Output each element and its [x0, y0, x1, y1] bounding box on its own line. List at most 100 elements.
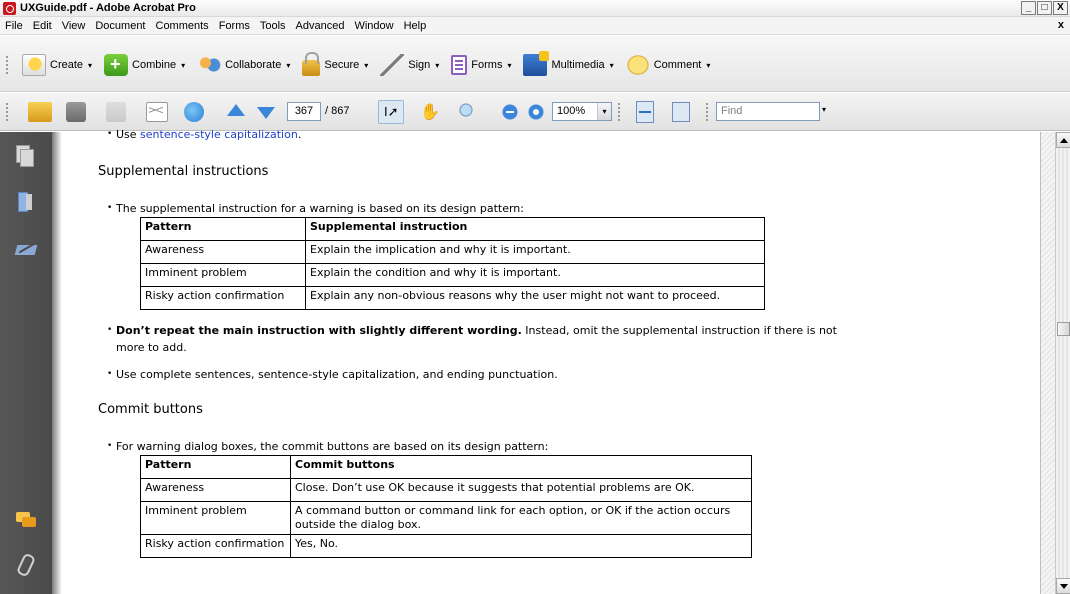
lock-icon: [302, 52, 321, 76]
fit-page-icon[interactable]: [672, 102, 690, 122]
pen-icon: [380, 54, 405, 76]
table-header-row: Pattern Commit buttons: [140, 455, 752, 479]
toolbar-grip[interactable]: [6, 56, 9, 74]
multimedia-icon: [523, 51, 550, 76]
bullet-bold-text: Don’t repeat the main instruction with s…: [116, 324, 522, 337]
chevron-down-icon: ▾: [181, 60, 186, 70]
toolbar-grip[interactable]: [6, 103, 9, 121]
print-icon[interactable]: [66, 102, 86, 122]
list-item: Use complete sentences, sentence-style c…: [107, 366, 558, 383]
signatures-icon[interactable]: [16, 239, 36, 261]
window-controls: _ □ X: [1021, 1, 1068, 15]
chevron-down-icon: ▾: [286, 60, 291, 70]
section-heading: Supplemental instructions: [98, 164, 269, 179]
previous-page-icon[interactable]: [226, 102, 246, 122]
toolbar-separator: [618, 103, 621, 121]
table-cell: Awareness: [140, 240, 306, 264]
comment-icon: [625, 54, 650, 76]
page-shadow: [52, 132, 62, 594]
marquee-zoom-icon[interactable]: [458, 102, 478, 122]
vertical-scrollbar[interactable]: [1055, 132, 1070, 594]
forms-icon: [451, 55, 468, 75]
save-icon[interactable]: [106, 102, 126, 122]
chevron-down-icon[interactable]: ▾: [597, 103, 611, 120]
menu-view[interactable]: View: [62, 20, 86, 32]
list-item: Don’t repeat the main instruction with s…: [107, 322, 856, 356]
table-cell: Yes, No.: [290, 534, 752, 558]
minimize-button[interactable]: _: [1021, 1, 1036, 15]
table-header-cell: Pattern: [140, 217, 306, 241]
zoom-level-select[interactable]: 100% ▾: [552, 102, 612, 121]
scrollbar-thumb[interactable]: [1057, 322, 1070, 336]
select-tool-button[interactable]: I➚: [378, 100, 404, 124]
comments-icon[interactable]: [16, 512, 38, 530]
maximize-button[interactable]: □: [1037, 1, 1052, 15]
menu-bar: File Edit View Document Comments Forms T…: [0, 17, 1070, 35]
table-row: Awareness Close. Don’t use OK because it…: [140, 478, 752, 502]
comment-button[interactable]: Comment ▾: [622, 54, 719, 76]
sign-button[interactable]: Sign ▾: [376, 54, 447, 76]
scrollbar-track[interactable]: [1056, 148, 1070, 578]
paperclip-icon[interactable]: [16, 552, 36, 574]
forms-button[interactable]: Forms ▾: [447, 54, 519, 76]
page-number-input[interactable]: 367: [287, 102, 321, 121]
document-close-button[interactable]: x: [1058, 19, 1064, 31]
acrobat-window: UXGuide.pdf - Adobe Acrobat Pro _ □ X Fi…: [0, 0, 1070, 594]
table-cell: Risky action confirmation: [140, 534, 291, 558]
table-header-cell: Commit buttons: [290, 455, 752, 479]
list-item: The supplemental instruction for a warni…: [107, 200, 524, 217]
chevron-down-icon: ▾: [609, 60, 614, 70]
globe-icon[interactable]: [184, 102, 204, 122]
chevron-down-icon[interactable]: ▾: [822, 105, 826, 114]
menu-window[interactable]: Window: [354, 20, 393, 32]
create-button[interactable]: Create ▾: [18, 54, 100, 76]
page-margin-right: [1040, 132, 1055, 594]
pages-icon[interactable]: [16, 145, 36, 167]
next-page-icon[interactable]: [256, 102, 276, 122]
combine-button[interactable]: Combine ▾: [100, 54, 193, 76]
close-button[interactable]: X: [1053, 1, 1068, 15]
menu-advanced[interactable]: Advanced: [296, 20, 345, 32]
scrolling-mode-icon[interactable]: [636, 101, 654, 123]
find-input[interactable]: Find: [716, 102, 820, 121]
forms-label: Forms: [471, 59, 503, 71]
secure-label: Secure: [324, 59, 360, 71]
menu-comments[interactable]: Comments: [156, 20, 209, 32]
menu-help[interactable]: Help: [404, 20, 427, 32]
email-icon[interactable]: [146, 102, 168, 122]
chevron-down-icon: ▾: [435, 60, 440, 70]
hand-tool-icon[interactable]: [418, 102, 440, 122]
scroll-up-arrow-icon[interactable]: [1056, 132, 1070, 148]
scroll-down-arrow-icon[interactable]: [1056, 578, 1070, 594]
list-item: For warning dialog boxes, the commit but…: [107, 438, 548, 455]
table-row: Awareness Explain the implication and wh…: [140, 240, 765, 264]
create-icon: [22, 54, 46, 76]
table-cell: Close. Don’t use OK because it suggests …: [290, 478, 752, 502]
chevron-down-icon: ▾: [507, 60, 512, 70]
menu-tools[interactable]: Tools: [260, 20, 286, 32]
create-label: Create: [50, 59, 84, 71]
sign-label: Sign: [408, 59, 431, 71]
table-header-row: Pattern Supplemental instruction: [140, 217, 765, 241]
bookmarks-icon[interactable]: [16, 192, 36, 214]
menu-forms[interactable]: Forms: [219, 20, 250, 32]
menu-file[interactable]: File: [5, 20, 23, 32]
table-row: Risky action confirmation Explain any no…: [140, 286, 765, 310]
link[interactable]: sentence-style capitalization: [140, 128, 298, 141]
open-folder-icon[interactable]: [28, 102, 52, 122]
collaborate-button[interactable]: Collaborate ▾: [193, 54, 298, 76]
table-cell: Awareness: [140, 478, 291, 502]
menu-edit[interactable]: Edit: [33, 20, 52, 32]
chevron-down-icon: ▾: [706, 60, 711, 70]
menu-document[interactable]: Document: [95, 20, 145, 32]
table-header-cell: Supplemental instruction: [305, 217, 765, 241]
table-header-cell: Pattern: [140, 455, 291, 479]
zoom-in-icon[interactable]: [526, 102, 546, 122]
page-count: / 867: [325, 105, 350, 117]
zoom-out-icon[interactable]: [500, 102, 520, 122]
secure-button[interactable]: Secure ▾: [298, 52, 376, 76]
multimedia-button[interactable]: Multimedia ▾: [519, 51, 621, 76]
toolbar-separator: [706, 103, 709, 121]
collaborate-icon: [197, 54, 222, 76]
title-bar: UXGuide.pdf - Adobe Acrobat Pro _ □ X: [0, 0, 1070, 17]
